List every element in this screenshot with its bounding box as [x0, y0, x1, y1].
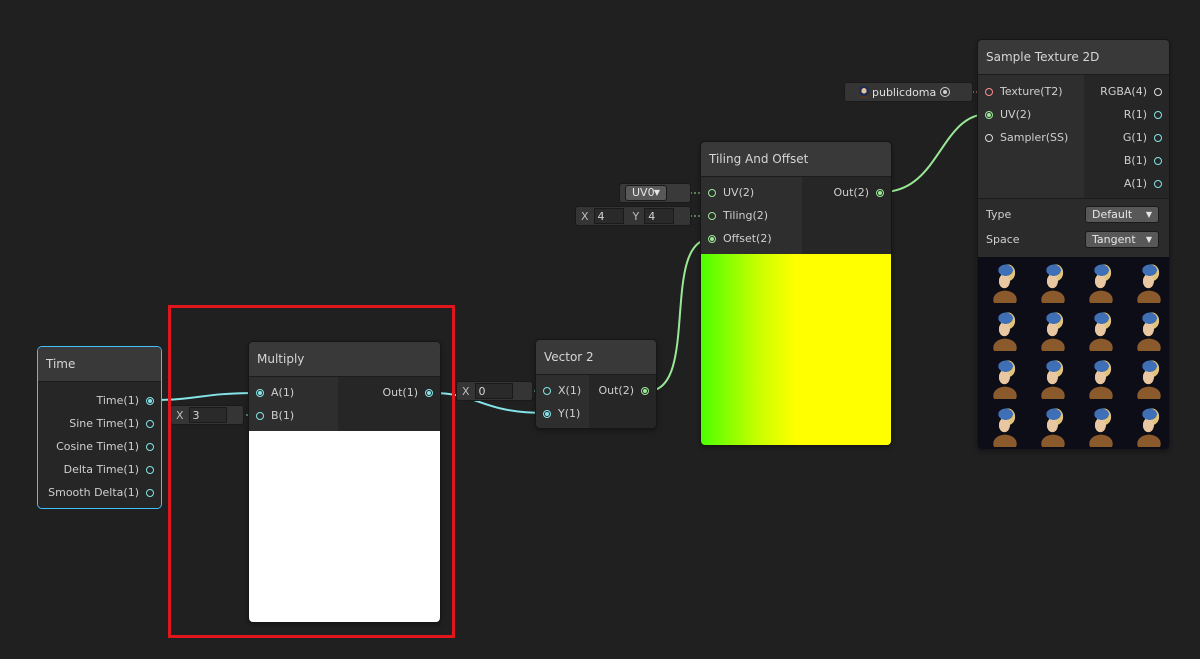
sample-texture-node[interactable]: Sample Texture 2D Texture(T2) UV(2) Samp…: [978, 40, 1169, 449]
vector2-node[interactable]: Vector 2 X(1) Y(1) Out(2): [536, 340, 656, 428]
time-output-time[interactable]: Time(1): [16, 390, 161, 412]
port-dot-icon[interactable]: [146, 443, 154, 451]
space-label: Space: [986, 233, 1020, 246]
tiling-offset-node-title: Tiling And Offset: [701, 142, 891, 177]
tiling-input-uv[interactable]: UV(2): [701, 182, 754, 204]
space-dropdown[interactable]: Tangent ▼: [1086, 232, 1158, 247]
multiply-node-title: Multiply: [249, 342, 440, 377]
tiling-input-tiling[interactable]: Tiling(2): [701, 205, 768, 227]
port-dot-icon[interactable]: [985, 134, 993, 142]
portrait-tile: [1134, 309, 1164, 351]
vector2-input-y[interactable]: Y(1): [536, 403, 580, 425]
port-dot-icon[interactable]: [1154, 88, 1162, 96]
vector2-x-input[interactable]: [474, 383, 513, 399]
chevron-down-icon: ▼: [653, 188, 660, 197]
sample-output-r[interactable]: R(1): [1062, 104, 1169, 126]
port-dot-icon[interactable]: [256, 412, 264, 420]
wire-tiling-out-to-uv: [881, 113, 989, 193]
time-output-sine[interactable]: Sine Time(1): [16, 413, 161, 435]
tiling-vector-field[interactable]: X Y: [576, 207, 690, 225]
portrait-tile: [1038, 309, 1068, 351]
chevron-down-icon: ▼: [1145, 235, 1152, 244]
port-dot-icon[interactable]: [1154, 111, 1162, 119]
multiply-node[interactable]: Multiply A(1) B(1) Out(1): [249, 342, 440, 622]
port-dot-icon[interactable]: [641, 387, 649, 395]
port-dot-icon[interactable]: [985, 111, 993, 119]
portrait-tile: [1086, 309, 1116, 351]
port-dot-icon[interactable]: [146, 397, 154, 405]
multiply-b-input[interactable]: [188, 407, 227, 423]
vector2-output[interactable]: Out(2): [567, 380, 656, 402]
vector2-node-title: Vector 2: [536, 340, 656, 375]
type-label: Type: [986, 208, 1012, 221]
time-node-title: Time: [38, 347, 161, 382]
port-dot-icon[interactable]: [146, 420, 154, 428]
port-dot-icon[interactable]: [708, 212, 716, 220]
port-dot-icon[interactable]: [256, 389, 264, 397]
portrait-tile: [1038, 405, 1068, 447]
time-output-cosine[interactable]: Cosine Time(1): [16, 436, 161, 458]
port-dot-icon[interactable]: [985, 88, 993, 96]
port-dot-icon[interactable]: [146, 489, 154, 497]
sample-input-sampler[interactable]: Sampler(SS): [978, 127, 1068, 149]
tiling-uv-channel-field[interactable]: UV0 ▼: [620, 184, 690, 202]
time-node[interactable]: Time Time(1) Sine Time(1) Cosine Time(1)…: [38, 347, 161, 508]
sample-output-g[interactable]: G(1): [1062, 127, 1169, 149]
type-dropdown[interactable]: Default ▼: [1086, 207, 1158, 222]
vector2-x-field[interactable]: X: [457, 382, 532, 400]
wire-time-to-multiply-a: [151, 392, 259, 401]
portrait-tile: [990, 405, 1020, 447]
multiply-input-a[interactable]: A(1): [249, 382, 294, 404]
shader-graph-canvas[interactable]: Time Time(1) Sine Time(1) Cosine Time(1)…: [0, 0, 1200, 659]
sample-texture-preview: [978, 257, 1169, 449]
port-dot-icon[interactable]: [1154, 157, 1162, 165]
tiling-offset-preview: [701, 254, 891, 445]
time-output-delta[interactable]: Delta Time(1): [16, 459, 161, 481]
multiply-input-b[interactable]: B(1): [249, 405, 294, 427]
time-output-smooth-delta[interactable]: Smooth Delta(1): [16, 482, 161, 504]
port-dot-icon[interactable]: [146, 466, 154, 474]
port-dot-icon[interactable]: [1154, 134, 1162, 142]
port-dot-icon[interactable]: [1154, 180, 1162, 188]
sample-output-rgba[interactable]: RGBA(4): [1062, 81, 1169, 103]
portrait-tile: [1038, 357, 1068, 399]
tiling-y-input[interactable]: [644, 208, 675, 224]
portrait-tile: [1086, 405, 1116, 447]
portrait-tile: [1086, 261, 1116, 303]
multiply-b-field[interactable]: X: [171, 406, 243, 424]
port-dot-icon[interactable]: [876, 189, 884, 197]
sample-input-texture[interactable]: Texture(T2): [978, 81, 1063, 103]
portrait-tile: [1134, 405, 1164, 447]
uv-channel-dropdown[interactable]: UV0 ▼: [626, 186, 666, 200]
portrait-tile: [1134, 261, 1164, 303]
chevron-down-icon: ▼: [1145, 210, 1152, 219]
multiply-preview: [249, 431, 440, 622]
portrait-tile: [1086, 357, 1116, 399]
portrait-tile: [990, 309, 1020, 351]
tiling-offset-node[interactable]: Tiling And Offset UV(2) Tiling(2) Offset…: [701, 142, 891, 445]
tiling-output[interactable]: Out(2): [780, 182, 891, 204]
portrait-tile: [1134, 357, 1164, 399]
portrait-tile: [1038, 261, 1068, 303]
sample-texture-node-title: Sample Texture 2D: [978, 40, 1169, 75]
portrait-tile: [990, 357, 1020, 399]
port-dot-icon[interactable]: [543, 387, 551, 395]
multiply-output[interactable]: Out(1): [318, 382, 440, 404]
image-thumbnail-icon: [859, 86, 869, 98]
port-dot-icon[interactable]: [425, 389, 433, 397]
portrait-tile: [990, 261, 1020, 303]
sample-output-b[interactable]: B(1): [1062, 150, 1169, 172]
port-dot-icon[interactable]: [708, 235, 716, 243]
sample-output-a[interactable]: A(1): [1062, 173, 1169, 195]
port-dot-icon[interactable]: [708, 189, 716, 197]
port-dot-icon[interactable]: [543, 410, 551, 418]
sample-input-uv[interactable]: UV(2): [978, 104, 1031, 126]
object-picker-icon[interactable]: [940, 87, 951, 97]
texture-asset-field[interactable]: publicdoma: [845, 83, 972, 101]
tiling-x-input[interactable]: [593, 208, 624, 224]
tiling-input-offset[interactable]: Offset(2): [701, 228, 772, 250]
